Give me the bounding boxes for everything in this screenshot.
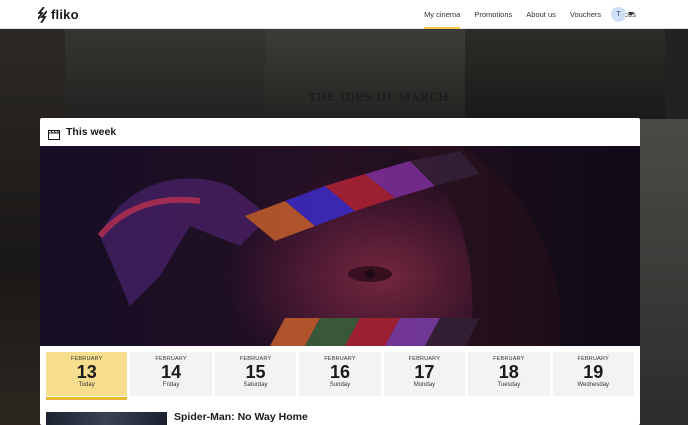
nav-promotions[interactable]: Promotions (474, 0, 512, 29)
date-selector: FEBRUARY 13 Today FEBRUARY 14 Friday FEB… (46, 352, 634, 400)
day-tab-19[interactable]: FEBRUARY 19 Wednesday (552, 352, 634, 396)
featured-banner-image[interactable] (40, 146, 640, 346)
nav-about-us[interactable]: About us (526, 0, 556, 29)
day-number: 14 (161, 362, 182, 382)
day-tab-18[interactable]: FEBRUARY 18 Tuesday (468, 352, 550, 396)
brand-logo[interactable]: fliko (38, 6, 79, 23)
user-avatar[interactable]: T (611, 7, 626, 22)
movie-poster-thumbnail[interactable] (46, 412, 167, 425)
day-tab-16[interactable]: FEBRUARY 16 Sunday (299, 352, 381, 396)
day-number: 16 (329, 362, 350, 382)
day-tab-17[interactable]: FEBRUARY 17 Monday (383, 352, 466, 396)
day-number: 19 (583, 362, 604, 382)
nav-vouchers[interactable]: Vouchers (570, 0, 601, 29)
section-title: This week (66, 126, 117, 138)
movie-title[interactable]: Spider-Man: No Way Home (174, 411, 308, 423)
day-weekday: Saturday (243, 382, 268, 388)
logo-icon (38, 6, 47, 23)
day-weekday: Tuesday (497, 382, 521, 388)
day-number: 18 (498, 362, 519, 382)
day-weekday: Friday (162, 382, 180, 388)
day-number: 13 (76, 362, 97, 382)
day-weekday: Monday (413, 382, 436, 388)
brand-name: fliko (51, 7, 79, 22)
day-number: 15 (245, 362, 266, 382)
day-tab-13[interactable]: FEBRUARY 13 Today (46, 352, 128, 400)
main-nav: My cinema Promotions About us Vouchers P… (410, 0, 636, 29)
day-tab-14[interactable]: FEBRUARY 14 Friday (130, 352, 212, 396)
clapperboard-icon (48, 127, 60, 140)
day-weekday: Wednesday (577, 382, 610, 388)
nav-my-cinema[interactable]: My cinema (424, 0, 461, 29)
movie-list-item[interactable]: Spider-Man: No Way Home (46, 409, 634, 425)
top-navigation: fliko My cinema Promotions About us Vouc… (0, 0, 688, 29)
this-week-card: This week FEBRUARY 13 Today FEBRUARY 14 … (40, 118, 640, 425)
chevron-down-icon[interactable] (628, 12, 634, 16)
day-weekday: Today (78, 382, 95, 388)
day-tab-15[interactable]: FEBRUARY 15 Saturday (214, 352, 297, 396)
poster-title-text: THE IDES OF MARCH (308, 91, 449, 104)
day-weekday: Sunday (329, 382, 351, 388)
card-header: This week (40, 118, 640, 146)
day-number: 17 (414, 362, 435, 382)
